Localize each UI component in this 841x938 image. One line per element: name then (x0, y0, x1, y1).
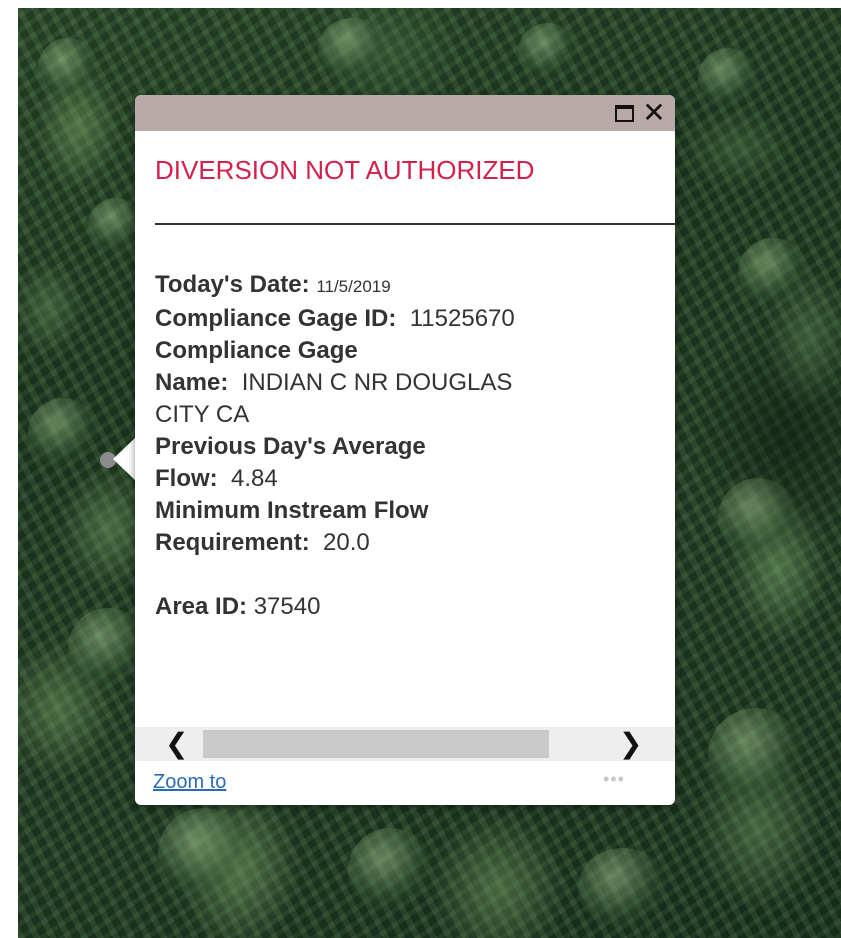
todays-date-value: 11/5/2019 (316, 277, 391, 296)
maximize-icon (614, 104, 634, 122)
more-actions-icon[interactable]: ••• (603, 769, 625, 790)
popup-titlebar: ✕ (135, 95, 675, 131)
zoom-to-link[interactable]: Zoom to (153, 771, 226, 794)
area-id-value: 37540 (253, 593, 321, 620)
feature-popup: ✕ DIVERSION NOT AUTHORIZED Today's Date:… (135, 95, 675, 805)
gage-id-value: 11525670 (409, 305, 515, 332)
area-id-label: Area ID: (155, 593, 248, 620)
prev-flow-label-line1: Previous Day's Average (155, 433, 426, 460)
popup-pointer (113, 436, 137, 482)
min-flow-row: Minimum Instream Flow Requirement: 20.0 (155, 495, 660, 559)
gage-name-label-line2: Name: (155, 369, 229, 396)
horizontal-scrollbar[interactable]: ❮ ❯ (135, 727, 675, 761)
gage-id-row: Compliance Gage ID: 11525670 (155, 303, 660, 335)
maximize-button[interactable] (612, 99, 636, 127)
popup-footer: Zoom to ••• (135, 765, 675, 805)
prev-flow-label-line2: Flow: (155, 465, 218, 492)
popup-content: Today's Date: 11/5/2019 Compliance Gage … (155, 269, 660, 623)
area-id-row: Area ID: 37540 (155, 591, 660, 623)
gage-name-value-line2: CITY CA (155, 401, 250, 428)
gage-id-label: Compliance Gage ID: (155, 305, 397, 332)
min-flow-label-line1: Minimum Instream Flow (155, 497, 429, 524)
scroll-left-icon[interactable]: ❮ (165, 729, 188, 759)
popup-title: DIVERSION NOT AUTHORIZED (155, 155, 535, 185)
prev-flow-value: 4.84 (231, 465, 278, 492)
gage-name-label-line1: Compliance Gage (155, 337, 358, 364)
close-button[interactable]: ✕ (642, 99, 666, 127)
todays-date-row: Today's Date: 11/5/2019 (155, 269, 660, 303)
todays-date-label: Today's Date: (155, 271, 310, 298)
close-icon: ✕ (642, 96, 666, 129)
min-flow-value: 20.0 (323, 529, 370, 556)
gage-name-value-line1: INDIAN C NR DOUGLAS (241, 369, 513, 396)
prev-flow-row: Previous Day's Average Flow: 4.84 (155, 431, 660, 495)
min-flow-label-line2: Requirement: (155, 529, 310, 556)
gage-name-row: Compliance Gage Name: INDIAN C NR DOUGLA… (155, 335, 660, 431)
title-divider (155, 223, 675, 225)
scroll-right-icon[interactable]: ❯ (619, 729, 642, 759)
scrollbar-thumb[interactable] (203, 730, 549, 758)
